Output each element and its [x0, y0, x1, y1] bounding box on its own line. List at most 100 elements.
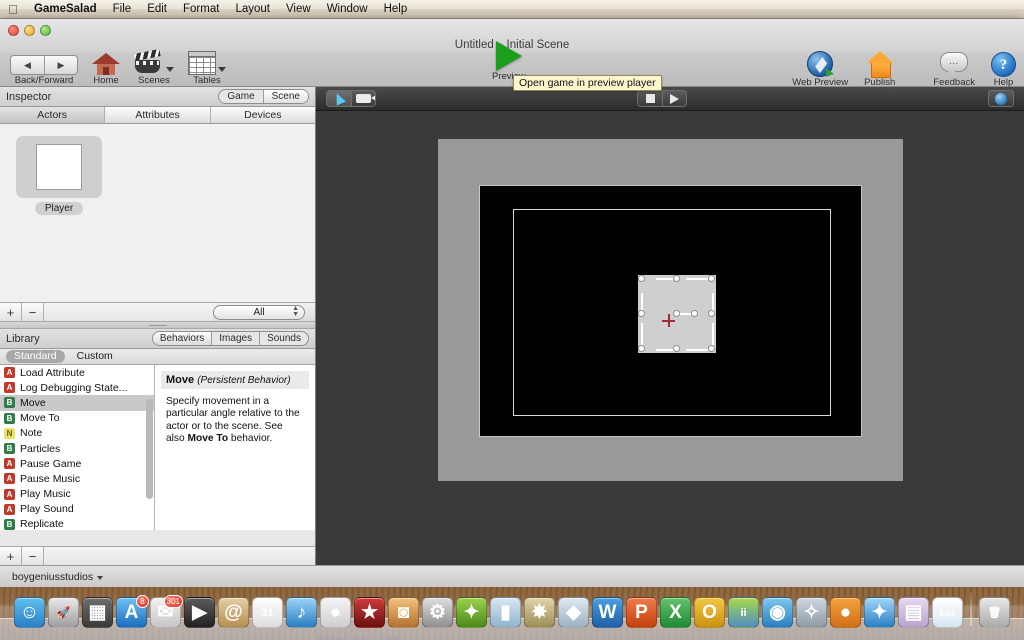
- list-item[interactable]: B Move To: [0, 411, 154, 426]
- web-view-button[interactable]: [988, 90, 1014, 107]
- list-item[interactable]: A Pause Music: [0, 471, 154, 486]
- resize-handle-e[interactable]: [708, 310, 715, 317]
- behavior-list[interactable]: A Load Attribute A Log Debugging State..…: [0, 365, 155, 530]
- dock-item-messenger[interactable]: ii: [728, 597, 759, 628]
- list-item[interactable]: A Log Debugging State...: [0, 380, 154, 395]
- scene-canvas[interactable]: [316, 111, 1024, 565]
- scope-scene-button[interactable]: Scene: [262, 90, 308, 103]
- stop-button[interactable]: [638, 91, 662, 106]
- dock-item-box[interactable]: box: [932, 597, 963, 628]
- library-tabs[interactable]: Behaviors Images Sounds: [151, 331, 309, 346]
- dock-item-itunes[interactable]: ♪: [286, 597, 317, 628]
- actor-item-player[interactable]: Player: [16, 136, 102, 215]
- dock-item-charts-app[interactable]: ▮: [490, 597, 521, 628]
- apple-logo-icon[interactable]: : [0, 3, 26, 16]
- publish-button[interactable]: Publish: [864, 51, 895, 88]
- zoom-window-button[interactable]: [40, 25, 51, 36]
- rotation-handle[interactable]: [691, 310, 698, 317]
- chevron-down-icon[interactable]: [166, 67, 174, 72]
- pointer-tool-button[interactable]: [327, 91, 351, 106]
- actor-filter-dropdown[interactable]: All ▲ ▼: [213, 304, 305, 320]
- dock-item-word[interactable]: W: [592, 597, 623, 628]
- tab-attributes[interactable]: Attributes: [105, 107, 211, 123]
- tab-images[interactable]: Images: [211, 332, 259, 345]
- remove-behavior-button[interactable]: −: [22, 547, 44, 565]
- selected-actor-player[interactable]: [638, 275, 716, 353]
- add-behavior-button[interactable]: +: [0, 547, 22, 565]
- play-button[interactable]: [662, 91, 686, 106]
- dock-item-stickies[interactable]: ▤: [898, 597, 929, 628]
- dock-item-gimp[interactable]: ✸: [524, 597, 555, 628]
- dock-item-chrome[interactable]: ●: [320, 597, 351, 628]
- dock-item-facetime[interactable]: ▶: [184, 597, 215, 628]
- subtab-standard[interactable]: Standard: [6, 350, 65, 363]
- actor-tile[interactable]: [16, 136, 102, 198]
- menu-item-gamesalad[interactable]: GameSalad: [26, 0, 105, 19]
- feedback-button[interactable]: … Feedback: [933, 52, 975, 88]
- dock-item-satellite-app[interactable]: ✧: [796, 597, 827, 628]
- back-icon[interactable]: ◀: [11, 56, 44, 74]
- resize-handle-ne[interactable]: [708, 275, 715, 282]
- scene-viewport[interactable]: [479, 185, 862, 437]
- list-item[interactable]: N Note: [0, 426, 154, 441]
- back-forward-button[interactable]: ◀ ▶ Back/Forward: [10, 55, 78, 86]
- list-item[interactable]: B Particles: [0, 441, 154, 456]
- dock-item-outlook[interactable]: O: [694, 597, 725, 628]
- add-actor-button[interactable]: +: [0, 303, 22, 321]
- menu-item-edit[interactable]: Edit: [139, 0, 175, 19]
- dock-item-mission-control[interactable]: ▦: [82, 597, 113, 628]
- scene-transport-segment[interactable]: [637, 90, 687, 107]
- resize-handle-w[interactable]: [638, 310, 645, 317]
- dock-item-finder[interactable]: ☺: [14, 597, 45, 628]
- resize-handle-n[interactable]: [673, 275, 680, 282]
- list-item[interactable]: B Replicate: [0, 517, 154, 530]
- panel-splitter[interactable]: [0, 321, 315, 329]
- dock-item-gecko-app[interactable]: ✦: [456, 597, 487, 628]
- dock-item-trash[interactable]: 🗑: [979, 597, 1010, 628]
- dock-item-app-store[interactable]: A8: [116, 595, 149, 628]
- tab-devices[interactable]: Devices: [210, 107, 315, 123]
- close-window-button[interactable]: [8, 25, 19, 36]
- tab-behaviors[interactable]: Behaviors: [152, 332, 212, 345]
- resize-handle-nw[interactable]: [638, 275, 645, 282]
- menu-item-format[interactable]: Format: [175, 0, 227, 19]
- behavior-list-scrollbar[interactable]: [146, 399, 153, 499]
- home-button[interactable]: Home: [92, 51, 120, 86]
- help-button[interactable]: ? Help: [991, 52, 1016, 88]
- inspector-tabs[interactable]: Actors Attributes Devices: [0, 107, 315, 124]
- dock-item-launchpad[interactable]: 🚀: [48, 597, 79, 628]
- web-preview-button[interactable]: Web Preview: [792, 51, 848, 88]
- scenes-button[interactable]: Scenes: [133, 49, 174, 86]
- tab-sounds[interactable]: Sounds: [259, 332, 308, 345]
- dock-item-system-preferences[interactable]: ⚙: [422, 597, 453, 628]
- scene-tool-segment[interactable]: [326, 90, 376, 107]
- camera-tool-button[interactable]: [351, 91, 375, 106]
- dock-item-iphoto[interactable]: ◙: [388, 597, 419, 628]
- dock-item-imovie[interactable]: ★: [354, 597, 385, 628]
- tables-button[interactable]: Tables: [188, 51, 226, 86]
- list-item[interactable]: A Load Attribute: [0, 365, 154, 380]
- dock-item-mail[interactable]: ✉ 301: [150, 595, 183, 628]
- dock-item-blender[interactable]: ●: [830, 597, 861, 628]
- scope-game-button[interactable]: Game: [219, 90, 262, 103]
- resize-handle-sw[interactable]: [638, 345, 645, 352]
- chevron-down-icon[interactable]: [218, 67, 226, 72]
- menu-item-layout[interactable]: Layout: [227, 0, 278, 19]
- list-item[interactable]: A Pause Game: [0, 456, 154, 471]
- back-forward-segment[interactable]: ◀ ▶: [10, 55, 78, 75]
- list-item-move[interactable]: B Move: [0, 395, 154, 411]
- library-subtabs[interactable]: Standard Custom: [0, 349, 315, 365]
- tab-actors[interactable]: Actors: [0, 107, 106, 123]
- list-item[interactable]: A Play Sound: [0, 502, 154, 517]
- menu-item-file[interactable]: File: [105, 0, 140, 19]
- dock-item-safari[interactable]: ✦: [864, 597, 895, 628]
- inspector-scope-segment[interactable]: Game Scene: [218, 89, 309, 104]
- menu-item-view[interactable]: View: [278, 0, 319, 19]
- subtab-custom[interactable]: Custom: [69, 350, 121, 363]
- dock-item-contacts[interactable]: @: [218, 597, 249, 628]
- minimize-window-button[interactable]: [24, 25, 35, 36]
- forward-icon[interactable]: ▶: [44, 56, 77, 74]
- menu-item-window[interactable]: Window: [319, 0, 376, 19]
- dock-item-excel[interactable]: X: [660, 597, 691, 628]
- dock-item-powerpoint[interactable]: P: [626, 597, 657, 628]
